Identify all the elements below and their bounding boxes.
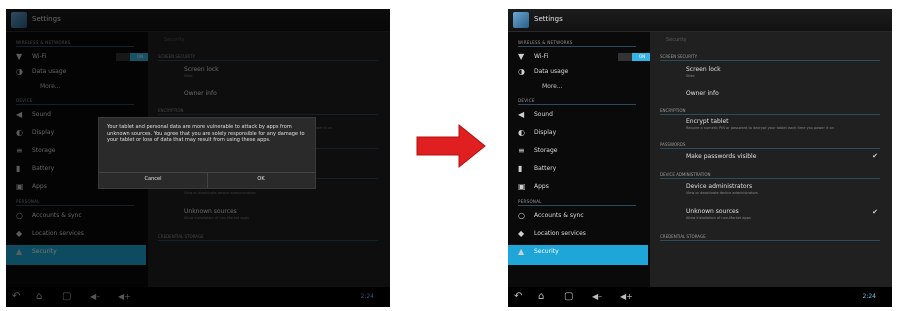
sidebar-item-label: Apps	[534, 183, 549, 190]
wifi-toggle[interactable]: ON	[618, 53, 652, 61]
category-personal: PERSONAL	[518, 199, 635, 206]
category-device-admin: DEVICE ADMINISTRATION	[660, 172, 878, 179]
row-title: Screen lock	[686, 66, 721, 73]
category-credential-storage: CREDENTIAL STORAGE	[660, 234, 879, 241]
home-icon[interactable]: ⌂	[538, 291, 544, 303]
volume-up-icon[interactable]: ◀+	[620, 291, 633, 303]
sidebar-item-more[interactable]: More...	[516, 80, 642, 94]
volume-down-icon[interactable]: ◀–	[592, 291, 602, 303]
cancel-button[interactable]: Cancel	[99, 176, 207, 182]
make-passwords-visible-checkbox[interactable]: ✔	[872, 152, 878, 160]
make-passwords-visible-row[interactable]: Make passwords visible	[686, 153, 882, 160]
transition-arrow-icon	[416, 123, 486, 169]
settings-app-icon	[513, 12, 529, 28]
category-device: DEVICE	[518, 98, 634, 105]
screen-lock-row[interactable]: Screen lockSlide	[686, 66, 882, 78]
apps-icon: ▣	[518, 182, 526, 191]
sidebar-item-storage[interactable]: ≡ Storage	[516, 144, 642, 158]
sidebar-item-label: Data usage	[534, 68, 569, 75]
sidebar-item-label: Display	[534, 129, 557, 136]
system-navbar: ↶ ⌂ ▢ ◀– ◀+ 2:24	[508, 287, 892, 307]
dialog-message: Your tablet and personal data are more v…	[107, 124, 305, 143]
sync-icon: ○	[518, 211, 525, 220]
toggle-state: ON	[632, 53, 652, 61]
app-title: Settings	[534, 15, 563, 23]
sidebar-item-accounts[interactable]: ○ Accounts & sync	[516, 209, 642, 223]
category-screen-security: SCREEN SECURITY	[660, 54, 881, 61]
tablet-after: Settings WIRELESS & NETWORKS ▼ Wi-Fi ON …	[508, 9, 892, 307]
security-panel: Security SCREEN SECURITY Screen lockSlid…	[650, 32, 892, 287]
battery-icon: ▮	[518, 164, 523, 173]
row-title: Unknown sources	[686, 208, 739, 215]
owner-info-row[interactable]: Owner info	[686, 90, 882, 97]
row-title: Device administrators	[686, 183, 753, 190]
data-usage-icon: ◑	[518, 67, 525, 76]
sidebar-item-label: Accounts & sync	[534, 212, 584, 219]
speaker-icon: ◀	[518, 110, 525, 119]
device-administrators-row[interactable]: Device administratorsView or deactivate …	[686, 183, 882, 195]
category-encryption: ENCRYPTION	[660, 108, 885, 115]
status-time: 2:24	[862, 293, 876, 300]
row-subtitle: View or deactivate device administrators	[686, 191, 758, 195]
sidebar-item-apps[interactable]: ▣ Apps	[516, 180, 642, 194]
sidebar-item-label: Security	[534, 248, 559, 255]
encrypt-tablet-row[interactable]: Encrypt tabletRequire a numeric PIN or p…	[686, 118, 882, 130]
location-icon: ◆	[518, 229, 525, 238]
row-subtitle: Require a numeric PIN or password to dec…	[686, 126, 834, 130]
lock-icon: ▲	[518, 247, 525, 256]
unknown-sources-row[interactable]: Unknown sourcesAllow installation of non…	[686, 208, 882, 220]
row-subtitle: Slide	[686, 74, 695, 78]
back-icon[interactable]: ↶	[514, 291, 522, 303]
sidebar-item-label: More...	[542, 83, 563, 90]
sidebar-item-data-usage[interactable]: ◑ Data usage	[516, 65, 642, 79]
category-passwords: PASSWORDS	[660, 142, 885, 149]
row-title: Make passwords visible	[686, 153, 757, 160]
unknown-sources-checkbox[interactable]: ✔	[872, 208, 878, 216]
unknown-sources-warning-dialog: Your tablet and personal data are more v…	[98, 117, 316, 189]
tablet-before: Settings WIRELESS & NETWORKS ▼ Wi-Fi ON …	[6, 9, 390, 307]
sidebar-item-battery[interactable]: ▮ Battery	[516, 162, 642, 176]
settings-sidebar: WIRELESS & NETWORKS ▼ Wi-Fi ON ◑ Data us…	[508, 32, 652, 287]
sidebar-item-label: Wi-Fi	[534, 53, 549, 60]
category-wireless: WIRELESS & NETWORKS	[518, 40, 636, 47]
sidebar-item-label: Battery	[534, 165, 557, 172]
sidebar-item-display[interactable]: ◐ Display	[516, 126, 642, 140]
row-title: Owner info	[686, 90, 719, 97]
sidebar-item-security[interactable]: ▲ Security	[508, 245, 648, 265]
action-bar: Settings	[508, 9, 892, 32]
brightness-icon: ◐	[518, 128, 525, 137]
row-subtitle: Allow installation of non-Market apps	[686, 216, 751, 220]
sidebar-item-wifi[interactable]: ▼ Wi-Fi ON	[516, 50, 652, 64]
row-title: Encrypt tablet	[686, 118, 729, 125]
sidebar-item-location[interactable]: ◆ Location services	[516, 227, 642, 241]
wifi-icon: ▼	[518, 52, 525, 61]
panel-header: Security	[666, 37, 687, 43]
ok-button[interactable]: OK	[207, 176, 315, 182]
sidebar-item-label: Location services	[534, 230, 586, 237]
sidebar-item-sound[interactable]: ◀ Sound	[516, 108, 642, 122]
storage-icon: ≡	[518, 146, 525, 155]
sidebar-item-label: Sound	[534, 111, 553, 118]
recents-icon[interactable]: ▢	[564, 291, 573, 303]
sidebar-item-label: Storage	[534, 147, 558, 154]
